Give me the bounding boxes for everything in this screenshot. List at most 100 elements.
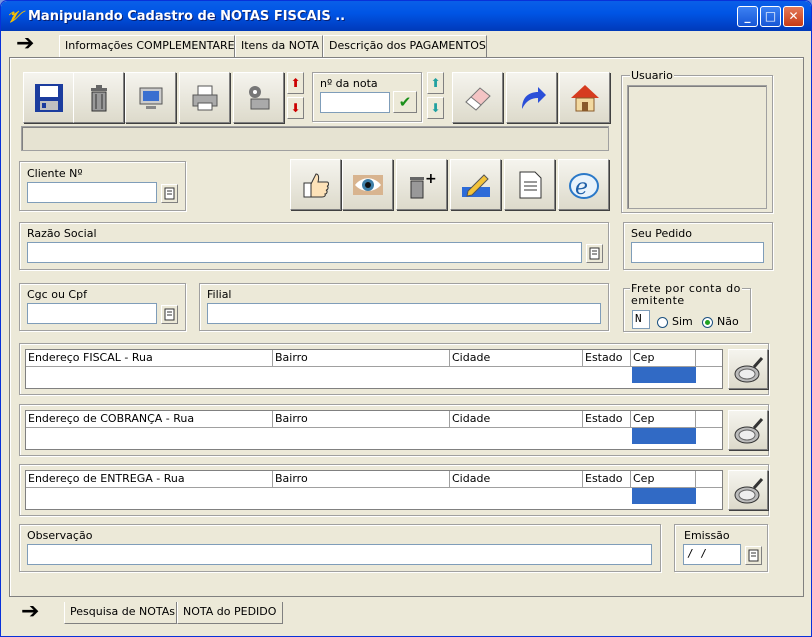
bottom-tab-strip: ➔ Pesquisa de NOTAs NOTA do PEDIDO bbox=[1, 601, 811, 624]
col-cidade: Cidade bbox=[450, 350, 583, 366]
main-window: 𝒱 Manipulando Cadastro de NOTAS FISCAIS … bbox=[0, 0, 812, 637]
preview-button[interactable] bbox=[125, 72, 176, 123]
window-title: Manipulando Cadastro de NOTAS FISCAIS .. bbox=[28, 9, 346, 24]
cliente-group: Cliente Nº bbox=[19, 161, 186, 211]
search-address-button[interactable] bbox=[728, 349, 768, 389]
home-icon bbox=[571, 85, 599, 112]
frete-nao-option[interactable]: Não bbox=[702, 315, 739, 328]
frete-sim-option[interactable]: Sim bbox=[657, 315, 693, 328]
col-cidade: Cidade bbox=[450, 411, 583, 427]
razao-social-input[interactable] bbox=[27, 242, 582, 263]
filial-input[interactable] bbox=[207, 303, 601, 324]
delete-item-button[interactable]: + bbox=[396, 159, 447, 210]
grid-divider bbox=[26, 427, 722, 428]
seu-pedido-group: Seu Pedido bbox=[623, 222, 773, 270]
close-button[interactable]: ✕ bbox=[783, 6, 804, 27]
monitor-icon bbox=[139, 87, 163, 109]
nota-number-label: nº da nota bbox=[319, 77, 379, 90]
col-cep: Cep bbox=[631, 350, 696, 366]
tab-descricao-pagamentos[interactable]: Descrição dos PAGAMENTOS bbox=[323, 35, 487, 57]
observacao-label: Observação bbox=[26, 529, 94, 542]
col-estado: Estado bbox=[583, 411, 631, 427]
nav-up-button[interactable]: ⬆ bbox=[427, 72, 444, 94]
search-address-button[interactable] bbox=[728, 410, 768, 450]
seu-pedido-label: Seu Pedido bbox=[630, 227, 693, 240]
title-bar[interactable]: 𝒱 Manipulando Cadastro de NOTAS FISCAIS … bbox=[1, 1, 811, 31]
tab-informacoes-complementares[interactable]: Informações COMPLEMENTARES bbox=[59, 35, 242, 57]
col-rua: Endereço de COBRANÇA - Rua bbox=[26, 411, 273, 427]
radio-nao[interactable] bbox=[702, 316, 713, 328]
print-settings-icon bbox=[249, 86, 270, 110]
razao-lookup-button[interactable] bbox=[586, 244, 603, 263]
calendar-icon bbox=[748, 549, 759, 562]
seu-pedido-input[interactable] bbox=[631, 242, 764, 263]
save-icon bbox=[35, 84, 63, 112]
document-icon bbox=[519, 171, 542, 199]
tab-pesquisa-notas[interactable]: Pesquisa de NOTAs bbox=[64, 602, 177, 624]
cgc-lookup-button[interactable] bbox=[161, 305, 178, 324]
emissao-calendar-button[interactable] bbox=[745, 546, 762, 565]
col-bairro: Bairro bbox=[273, 350, 450, 366]
observacao-input[interactable] bbox=[27, 544, 652, 565]
lookup-icon bbox=[589, 247, 600, 260]
endereco-entrega-group: Endereço de ENTREGA - Rua Bairro Cidade … bbox=[19, 464, 769, 516]
arrow-right-icon: ➔ bbox=[16, 31, 35, 56]
frete-code-input[interactable]: N bbox=[632, 310, 650, 329]
emissao-input[interactable]: / / bbox=[683, 544, 741, 565]
cliente-lookup-button[interactable] bbox=[161, 184, 178, 203]
home-button[interactable] bbox=[559, 72, 610, 123]
col-rua: Endereço de ENTREGA - Rua bbox=[26, 471, 273, 487]
radio-sim[interactable] bbox=[657, 316, 668, 328]
endereco-entrega-grid[interactable]: Endereço de ENTREGA - Rua Bairro Cidade … bbox=[25, 470, 723, 510]
arrow-up-button[interactable]: ⬆ bbox=[287, 72, 304, 94]
frete-nao-label: Não bbox=[717, 315, 739, 328]
lookup-icon bbox=[164, 187, 175, 200]
arrow-down-button[interactable]: ⬇ bbox=[287, 97, 304, 119]
search-address-button[interactable] bbox=[728, 470, 768, 510]
trash-plus-icon: + bbox=[410, 171, 437, 199]
col-cidade: Cidade bbox=[450, 471, 583, 487]
filial-label: Filial bbox=[206, 288, 233, 301]
print-button[interactable] bbox=[179, 72, 230, 123]
arrow-up-icon: ⬆ bbox=[290, 76, 301, 90]
razao-social-label: Razão Social bbox=[26, 227, 98, 240]
observacao-group: Observação bbox=[19, 524, 661, 572]
cep-cell[interactable] bbox=[632, 428, 696, 444]
cep-cell[interactable] bbox=[632, 488, 696, 504]
tab-itens-da-nota[interactable]: Itens da NOTA bbox=[235, 35, 323, 57]
endereco-cobranca-grid[interactable]: Endereço de COBRANÇA - Rua Bairro Cidade… bbox=[25, 410, 723, 450]
minimize-button[interactable]: _ bbox=[737, 6, 758, 27]
print-settings-button[interactable] bbox=[233, 72, 284, 123]
col-estado: Estado bbox=[583, 471, 631, 487]
thumb-icon bbox=[303, 173, 329, 198]
grid-divider bbox=[26, 366, 722, 367]
delete-button[interactable] bbox=[73, 72, 124, 123]
confirm-nota-button[interactable]: ✔ bbox=[393, 91, 417, 113]
document-button[interactable] bbox=[504, 159, 555, 210]
maximize-button[interactable]: □ bbox=[760, 6, 781, 27]
check-icon: ✔ bbox=[398, 93, 412, 111]
tab-nota-do-pedido[interactable]: NOTA do PEDIDO bbox=[177, 602, 283, 624]
col-bairro: Bairro bbox=[273, 411, 450, 427]
nota-number-input[interactable] bbox=[320, 92, 390, 113]
endereco-fiscal-grid[interactable]: Endereço FISCAL - Rua Bairro Cidade Esta… bbox=[25, 349, 723, 389]
cep-cell[interactable] bbox=[632, 367, 696, 383]
redo-button[interactable] bbox=[506, 72, 557, 123]
nfe-button[interactable]: e bbox=[558, 159, 609, 210]
cgc-input[interactable] bbox=[27, 303, 157, 324]
edit-button[interactable] bbox=[450, 159, 501, 210]
nav-down-button[interactable]: ⬇ bbox=[427, 97, 444, 119]
eraser-icon bbox=[465, 87, 491, 111]
col-cep: Cep bbox=[631, 471, 696, 487]
usuario-box bbox=[627, 85, 767, 209]
arrow-up-icon: ⬆ bbox=[430, 76, 441, 90]
delete-icon bbox=[91, 85, 107, 112]
svg-text:+: + bbox=[425, 171, 437, 187]
usuario-group: Usuario bbox=[621, 69, 773, 213]
clear-button[interactable] bbox=[452, 72, 503, 123]
status-bar bbox=[21, 126, 609, 151]
view-button[interactable] bbox=[342, 159, 393, 210]
approve-button[interactable] bbox=[290, 159, 341, 210]
cliente-input[interactable] bbox=[27, 182, 157, 203]
save-button[interactable] bbox=[23, 72, 74, 123]
